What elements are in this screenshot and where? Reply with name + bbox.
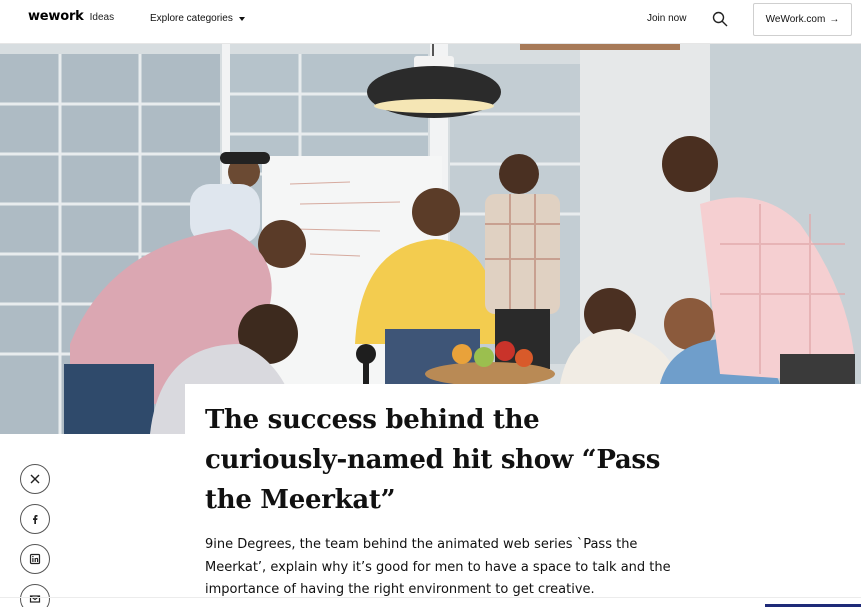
- site-header: wework Ideas Explore categories Join now…: [0, 0, 861, 44]
- logo-section-label: Ideas: [89, 12, 115, 23]
- explore-categories-label: Explore categories: [150, 13, 233, 24]
- hero-illustration: [0, 44, 861, 434]
- share-facebook-button[interactable]: [20, 504, 50, 534]
- bottom-divider: [0, 597, 861, 598]
- article-title: The success behind the curiously-named h…: [205, 405, 661, 515]
- share-email-button[interactable]: [20, 584, 50, 607]
- facebook-icon: [33, 515, 38, 524]
- article-card: The success behind the curiously-named h…: [185, 384, 861, 607]
- explore-categories-dropdown[interactable]: Explore categories: [150, 13, 245, 24]
- hero-image: [0, 44, 861, 434]
- logo-wordmark: wework: [28, 9, 84, 24]
- share-x-button[interactable]: [20, 464, 50, 494]
- article-deck: 9ine Degrees, the team behind the animat…: [205, 537, 671, 597]
- arrow-right-icon: →: [829, 14, 840, 25]
- join-now-link[interactable]: Join now: [647, 13, 686, 24]
- wework-com-label: WeWork.com: [765, 14, 826, 25]
- share-linkedin-button[interactable]: [20, 544, 50, 574]
- email-icon: [29, 595, 41, 603]
- linkedin-icon: [29, 553, 41, 565]
- wework-com-button[interactable]: WeWork.com →: [753, 3, 852, 36]
- chevron-down-icon: [238, 16, 245, 21]
- x-icon: [30, 474, 40, 484]
- search-icon[interactable]: [712, 11, 728, 27]
- logo[interactable]: wework Ideas: [28, 9, 114, 24]
